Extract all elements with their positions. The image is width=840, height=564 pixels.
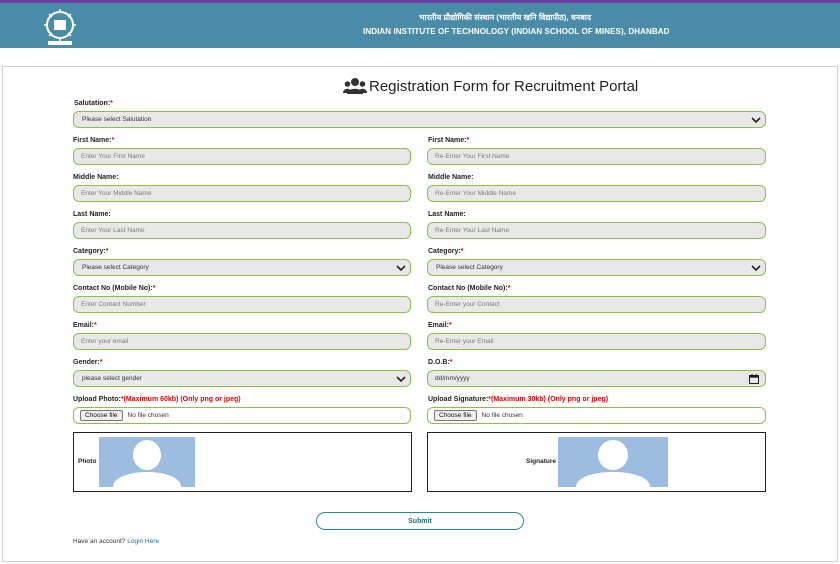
chevron-down-icon <box>396 376 406 383</box>
contact-label: Contact No (Mobile No):* <box>73 285 156 292</box>
confirm-contact-input[interactable]: Re-Enter your Contact <box>427 296 766 313</box>
signature-file-status: No file chosen <box>481 412 523 419</box>
signature-file-input[interactable]: Choose file No file chosen <box>427 407 766 424</box>
confirm-category-label: Category:* <box>428 248 464 255</box>
email-label: Email:* <box>73 322 97 329</box>
header-english-title: INDIAN INSTITUTE OF TECHNOLOGY (INDIAN S… <box>363 27 670 36</box>
site-header: भारतीय प्रौद्योगिकी संस्थान (भारतीय खनि … <box>0 3 840 48</box>
login-prompt: Have an account? Login Here <box>73 538 159 545</box>
confirm-middle-name-label: Middle Name: <box>428 174 474 181</box>
middle-name-input[interactable]: Enter Your Middle Name <box>73 185 411 202</box>
chevron-down-icon <box>396 265 406 272</box>
confirm-email-input[interactable]: Re-Enter your Email <box>427 333 766 350</box>
photo-file-input[interactable]: Choose file No file chosen <box>73 407 411 424</box>
first-name-label: First Name:* <box>73 137 115 144</box>
photo-preview-label: Photo <box>78 458 97 465</box>
confirm-category-select[interactable]: Please select Category <box>427 259 766 276</box>
salutation-label: Salutation:* <box>74 100 113 107</box>
chevron-down-icon <box>751 117 761 124</box>
photo-placeholder-avatar <box>99 437 195 487</box>
chevron-down-icon <box>751 265 761 272</box>
dob-label: D.O.B:* <box>428 359 453 366</box>
confirm-first-name-label: First Name:* <box>428 137 470 144</box>
confirm-email-label: Email:* <box>428 322 452 329</box>
dob-input[interactable]: dd/mm/yyyy <box>427 370 766 387</box>
middle-name-label: Middle Name: <box>73 174 119 181</box>
confirm-contact-label: Contact No (Mobile No):* <box>428 285 511 292</box>
iit-ism-logo <box>44 9 76 45</box>
confirm-middle-name-input[interactable]: Re-Enter Your Middle Name <box>427 185 766 202</box>
header-hindi-title: भारतीय प्रौद्योगिकी संस्थान (भारतीय खनि … <box>419 13 592 22</box>
gender-label: Gender:* <box>73 359 103 366</box>
signature-size-note: (Maximum 30kb) (Only png or jpeg) <box>491 396 609 403</box>
confirm-last-name-label: Last Name: <box>428 211 466 218</box>
upload-signature-label: Upload Signature:*(Maximum 30kb) (Only p… <box>428 396 609 403</box>
signature-placeholder-avatar <box>558 437 668 487</box>
gender-select[interactable]: please select gender <box>73 370 411 387</box>
last-name-label: Last Name: <box>73 211 111 218</box>
email-input[interactable]: Enter your email <box>73 333 411 350</box>
salutation-select[interactable]: Please select Salutation <box>73 111 766 128</box>
photo-choose-file-button[interactable]: Choose file <box>80 410 123 421</box>
photo-size-note: (Maximum 60kb) (Only png or jpeg) <box>123 396 241 403</box>
confirm-last-name-input[interactable]: Re-Enter Your Last Name <box>427 222 766 239</box>
signature-choose-file-button[interactable]: Choose file <box>434 410 477 421</box>
account-prompt-text: Have an account? <box>73 538 126 545</box>
form-title: Registration Form for Recruitment Portal <box>343 76 638 96</box>
upload-photo-label: Upload Photo:*(Maximum 60kb) (Only png o… <box>73 396 241 403</box>
last-name-input[interactable]: Enter Your Last Name <box>73 222 411 239</box>
login-here-link[interactable]: Login Here <box>127 538 159 545</box>
calendar-icon[interactable] <box>749 374 759 384</box>
photo-file-status: No file chosen <box>127 412 169 419</box>
confirm-first-name-input[interactable]: Re-Enter Your First Name <box>427 148 766 165</box>
contact-input[interactable]: Enter Contact Number <box>73 296 411 313</box>
first-name-input[interactable]: Enter Your First Name <box>73 148 411 165</box>
users-icon <box>343 78 367 94</box>
category-select[interactable]: Please select Category <box>73 259 411 276</box>
signature-preview-label: Signature <box>526 458 556 465</box>
submit-button[interactable]: Submit <box>316 512 524 530</box>
form-title-text: Registration Form for Recruitment Portal <box>369 77 639 95</box>
category-label: Category:* <box>73 248 109 255</box>
